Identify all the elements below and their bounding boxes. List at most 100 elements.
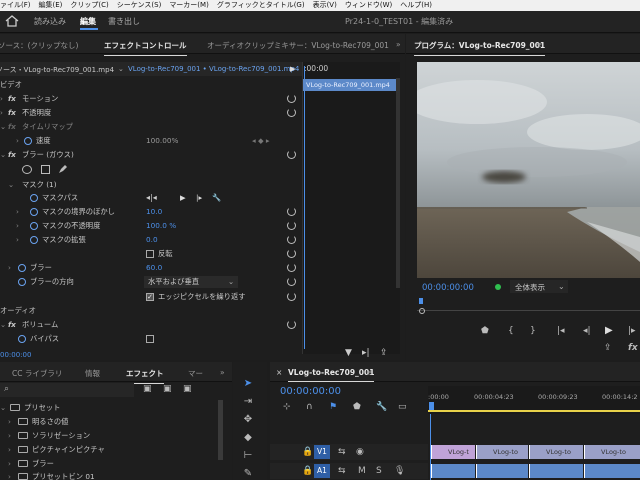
add-marker-icon[interactable]: ⬟ (481, 326, 489, 336)
effects-search-input[interactable]: ⌕ (0, 383, 134, 397)
fx-icon[interactable]: fx (8, 94, 16, 103)
chevron-down-icon[interactable]: ⌄ (0, 320, 6, 329)
menu-graphics[interactable]: グラフィックとタイトル(G) (217, 0, 305, 11)
reset-icon[interactable] (287, 277, 296, 286)
menu-marker[interactable]: マーカー(M) (169, 0, 209, 11)
mute-button[interactable]: M (358, 466, 366, 476)
play-only-audio-icon[interactable]: ▸| (362, 348, 370, 358)
mask-1[interactable]: ⌄ マスク (1) (0, 178, 300, 192)
home-icon[interactable] (4, 14, 20, 28)
sequence-timecode[interactable]: 00:00:00:00 (280, 386, 341, 397)
track-name[interactable]: A1 (314, 464, 330, 478)
tab-effect-controls[interactable]: エフェクトコントロール (104, 40, 187, 56)
sync-lock-icon[interactable]: ⇆ (338, 447, 346, 457)
export-icon[interactable]: ⇪ (380, 348, 388, 358)
sync-lock-icon[interactable]: ⇆ (338, 466, 346, 476)
chevron-right-icon[interactable]: › (16, 136, 19, 145)
tab-effects[interactable]: エフェクト (126, 368, 164, 384)
reset-icon[interactable] (287, 94, 296, 103)
eye-icon[interactable]: ◉ (356, 447, 364, 457)
track-select-tool-icon[interactable]: ⇥ (242, 396, 254, 408)
menu-file[interactable]: ァイル(F) (0, 0, 31, 11)
chevron-down-icon[interactable]: ⌄ (8, 180, 14, 189)
tree-item-preset-bin[interactable]: › プリセットビン 01 (0, 470, 225, 480)
slip-tool-icon[interactable]: ⊢ (242, 450, 254, 462)
source-clip-label[interactable]: ソース・VLog-to-Rec709_001.mp4 (0, 65, 114, 75)
tab-markers[interactable]: マー (188, 368, 203, 379)
mask-track-forward-icon[interactable]: ▶ (180, 193, 186, 202)
play-icon[interactable]: ▶ (290, 65, 295, 73)
timeline-audio-clip[interactable] (584, 464, 640, 478)
track-name[interactable]: V1 (314, 445, 330, 459)
menu-help[interactable]: ヘルプ(H) (400, 0, 432, 11)
timeline-clip[interactable]: VLog-to (584, 445, 640, 459)
effect-motion[interactable]: › fx モーション (0, 92, 300, 106)
stopwatch-icon[interactable] (24, 137, 32, 145)
scrub-handle[interactable] (419, 308, 425, 314)
microphone-icon[interactable]: 🎙 (394, 466, 405, 476)
bypass-checkbox[interactable] (146, 335, 154, 343)
tab-program[interactable]: プログラム：VLog-to-Rec709_001 (414, 40, 546, 56)
timeline-audio-clip[interactable] (529, 464, 583, 478)
accelerated-effects-icon[interactable]: ▣ (143, 384, 152, 394)
filter-icon[interactable]: ▼ (345, 348, 352, 358)
repeat-edge-checkbox[interactable]: ✓ (146, 293, 154, 301)
program-playhead[interactable] (419, 298, 423, 304)
param-value[interactable]: 60.0 (146, 263, 162, 272)
ec-timeline[interactable] (302, 62, 400, 354)
pen-mask-icon[interactable] (58, 164, 68, 174)
tree-item-pip[interactable]: › ピクチャインピクチャ (0, 443, 225, 456)
fx-icon[interactable]: fx (8, 150, 16, 159)
param-value[interactable]: 10.0 (146, 207, 162, 216)
invert-checkbox[interactable] (146, 250, 154, 258)
play-icon[interactable]: ▶ (605, 325, 613, 336)
chevron-right-icon[interactable]: › (0, 94, 3, 103)
32bit-effects-icon[interactable]: ▣ (163, 384, 172, 394)
tab-cc-libraries[interactable]: CC ライブラリ (12, 368, 62, 379)
stopwatch-icon[interactable] (30, 194, 38, 202)
mark-out-icon[interactable]: } (530, 326, 536, 336)
pen-tool-icon[interactable]: ✎ (242, 468, 254, 480)
reset-icon[interactable] (287, 108, 296, 117)
ec-playhead[interactable] (304, 66, 305, 349)
tab-sequence[interactable]: VLog-to-Rec709_001 (288, 368, 375, 382)
fx-icon[interactable]: fx (8, 108, 16, 117)
param-blurriness[interactable]: › ブラー 60.0 (0, 261, 300, 275)
reset-icon[interactable] (287, 221, 296, 230)
sequence-clip-label[interactable]: VLog-to-Rec709_001 • VLog-to-Rec709_001.… (128, 65, 299, 73)
timeline-clip[interactable]: VLog-t (431, 445, 475, 459)
tree-item-solarize[interactable]: › ソラリゼーション (0, 429, 225, 442)
lock-icon[interactable]: 🔒 (302, 466, 313, 476)
mask-track-backward-icon[interactable]: ◂|◂ (146, 193, 157, 202)
stopwatch-icon[interactable] (18, 335, 26, 343)
param-bypass[interactable]: バイパス (0, 332, 300, 346)
workspace-tab-import[interactable]: 読み込み (34, 16, 66, 27)
effect-time-remap[interactable]: ⌄ fx タイムリマップ (0, 120, 300, 134)
param-invert[interactable]: 反転 (0, 247, 300, 261)
rectangle-mask-icon[interactable] (41, 165, 50, 174)
close-icon[interactable]: × (276, 368, 282, 377)
step-forward-icon[interactable]: |▸ (628, 326, 636, 336)
param-value[interactable]: 100.0 % (146, 221, 176, 230)
reset-icon[interactable] (287, 207, 296, 216)
menu-edit[interactable]: 編集(E) (39, 0, 63, 11)
fit-select[interactable]: 全体表示 ⌄ (510, 280, 568, 293)
work-area-bar[interactable] (428, 410, 640, 412)
panel-overflow-icon[interactable]: » (220, 368, 225, 377)
tab-audio-clip-mixer[interactable]: オーディオクリップミキサー：VLog-to-Rec709_001 (207, 40, 389, 51)
menu-view[interactable]: 表示(V) (313, 0, 337, 11)
chevron-down-icon[interactable]: ⌄ (0, 122, 6, 131)
reset-icon[interactable] (287, 249, 296, 258)
timeline-clip[interactable]: VLog-to (476, 445, 528, 459)
menu-sequence[interactable]: シーケンス(S) (117, 0, 162, 11)
reset-icon[interactable] (287, 150, 296, 159)
timeline-audio-clip[interactable] (431, 464, 475, 478)
effect-volume[interactable]: ⌄ fx ボリューム (0, 318, 300, 332)
ripple-edit-tool-icon[interactable]: ✥ (242, 414, 254, 426)
fx-icon[interactable]: fx (8, 122, 16, 131)
add-marker-icon[interactable]: ⬟ (353, 402, 361, 412)
timeline-playhead[interactable] (429, 402, 434, 410)
panel-overflow-icon[interactable]: » (396, 40, 401, 49)
chevron-down-icon[interactable]: ⌄ (0, 150, 6, 159)
tab-info[interactable]: 情報 (85, 368, 100, 379)
